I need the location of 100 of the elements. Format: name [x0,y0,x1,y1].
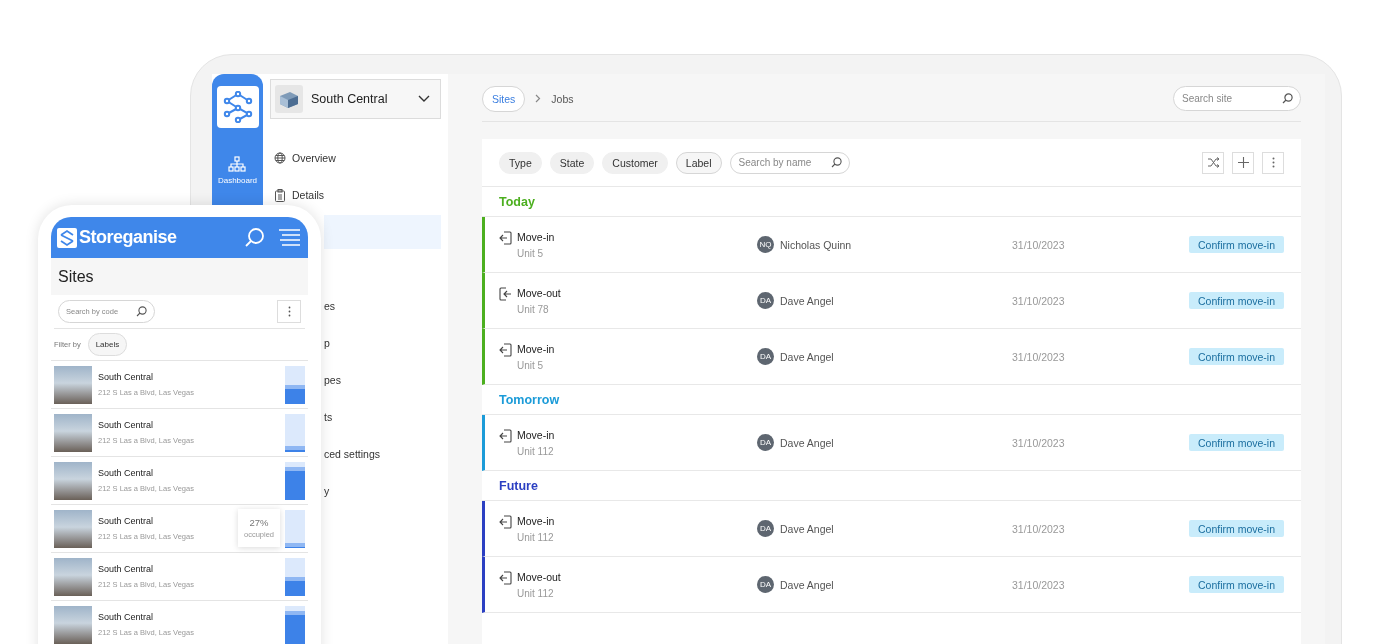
job-row[interactable]: Move-in Unit 112 DA Dave Angel 31/10/2023 Confirm move-in [482,415,1301,471]
site-name: South Central [98,420,154,430]
filter-chip[interactable]: Label [675,151,722,174]
avatar-initials: DA [757,434,774,451]
sidebar-nav-item[interactable]: es [324,289,441,323]
job-row[interactable]: Move-out Unit 112 DA Dave Angel 31/10/2023 Confirm move-in [482,557,1301,613]
sidebar-nav-item[interactable]: Overview [270,141,441,175]
site-name: South Central [98,468,154,478]
kebab-icon [287,306,291,317]
customer-name: Dave Angel [780,436,834,449]
avatar-initials: DA [757,292,774,309]
job-row[interactable]: Move-in Unit 5 NQ Nicholas Quinn 31/10/2023 Confirm move-in [482,217,1301,273]
job-type: Move-out [517,570,561,583]
chevron-right-icon [535,94,542,103]
building-icon [278,89,300,109]
globe-icon [274,152,286,164]
job-row[interactable]: Move-out Unit 78 DA Dave Angel 31/10/2023 Confirm move-in [482,273,1301,329]
filter-chip[interactable]: Labels [87,333,128,356]
sidebar-nav-item[interactable]: ced settings [324,437,441,471]
kebab-icon [1271,157,1275,168]
photo-placeholder [54,461,92,500]
job-type: Move-in [517,514,555,527]
enter-icon [499,342,512,357]
customer-name: Dave Angel [780,578,834,591]
search-icon[interactable] [244,227,265,248]
app-logo[interactable] [216,86,259,128]
search-field[interactable]: Search by name [729,151,850,174]
job-type: Move-out [517,286,561,299]
avatar-initials: DA [757,576,774,593]
brand-logo-icon [57,227,77,248]
photo-placeholder [54,509,92,548]
sidebar-nav-item[interactable]: pes [324,363,441,397]
photo-placeholder [54,413,92,452]
photo-placeholder [54,365,92,404]
unit-label: Unit 112 [517,531,555,543]
job-row[interactable]: Move-in Unit 5 DA Dave Angel 31/10/2023 Confirm move-in [482,329,1301,385]
breadcrumb-link[interactable]: Sites [482,85,526,112]
site-selector[interactable]: South Central [270,79,441,119]
breadcrumb-current: Jobs [551,92,574,105]
job-date: 31/10/2023 [1012,294,1066,307]
customer-name: Nicholas Quinn [780,238,852,251]
unit-label: Unit 112 [517,445,555,457]
job-type: Move-in [517,230,555,243]
page-title: Sites [51,258,308,295]
menu-icon[interactable] [279,228,300,247]
add-button[interactable] [1232,151,1254,174]
filter-chip[interactable]: Type [499,151,542,174]
job-date: 31/10/2023 [1012,522,1066,535]
unit-label: Unit 5 [517,247,545,259]
job-date: 31/10/2023 [1012,350,1066,363]
dashboard-nav-item[interactable]: Dashboard [217,156,258,185]
customer-name: Dave Angel [780,522,834,535]
enter-icon [499,514,512,529]
enter-icon [499,570,512,585]
avatar-initials: DA [757,520,774,537]
exit-icon [499,286,512,301]
unit-label: Unit 5 [517,359,545,371]
enter-icon [499,230,512,245]
chevron-down-icon [418,95,430,103]
enter-icon [499,428,512,443]
site-name: South Central [98,372,154,382]
job-row[interactable]: Move-in Unit 112 DA Dave Angel 31/10/2023 Confirm move-in [482,501,1301,557]
site-name: South Central [98,612,154,622]
sidebar-nav-item[interactable]: p [324,326,441,360]
confirm-button[interactable]: Confirm move-in [1188,292,1284,309]
unit-label: Unit 112 [517,587,555,599]
confirm-button[interactable]: Confirm move-in [1188,520,1284,537]
clipboard-icon [274,188,286,202]
photo-placeholder [54,557,92,596]
tooltip-value: 27% [249,517,269,528]
search-icon [136,306,147,317]
sidebar-nav-item[interactable]: ts [324,400,441,434]
group-heading: Tomorrow [499,392,560,407]
avatar-initials: DA [757,348,774,365]
sitemap-icon [228,156,247,172]
shuffle-icon [1206,157,1220,168]
search-icon [830,157,842,168]
avatar-initials: NQ [757,236,774,253]
job-date: 31/10/2023 [1012,578,1066,591]
job-date: 31/10/2023 [1012,436,1066,449]
more-button[interactable] [1262,151,1284,174]
group-heading: Future [499,478,538,493]
search-field[interactable]: Search site [1173,86,1301,111]
confirm-button[interactable]: Confirm move-in [1188,348,1284,365]
confirm-button[interactable]: Confirm move-in [1188,434,1284,451]
confirm-button[interactable]: Confirm move-in [1188,576,1284,593]
photo-placeholder [54,605,92,644]
shuffle-button[interactable] [1202,151,1224,174]
more-button[interactable] [277,300,301,323]
sidebar-nav-item[interactable]: y [324,474,441,508]
filter-chip[interactable]: State [549,151,595,174]
site-name: South Central [98,516,154,526]
job-type: Move-in [517,428,555,441]
unit-label: Unit 78 [517,303,550,315]
confirm-button[interactable]: Confirm move-in [1188,236,1284,253]
customer-name: Dave Angel [780,350,834,363]
job-type: Move-in [517,342,555,355]
sidebar-nav-item[interactable]: Details [270,178,441,212]
search-icon [1282,93,1293,104]
filter-chip[interactable]: Customer [602,151,668,174]
